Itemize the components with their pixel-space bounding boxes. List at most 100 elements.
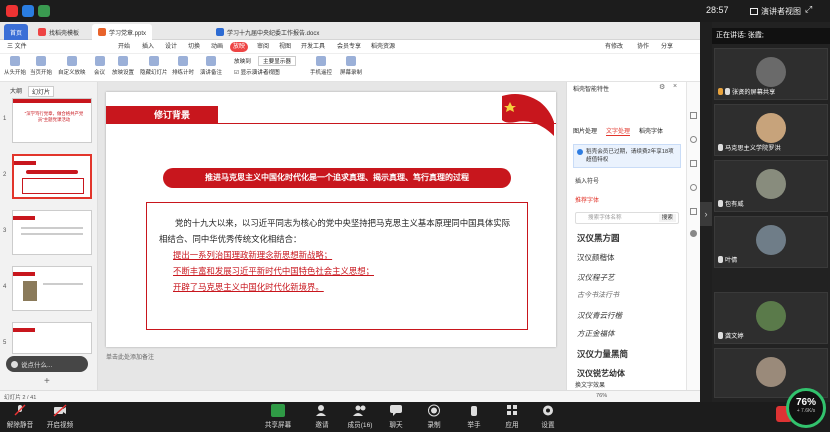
- participant-tile[interactable]: 叶倩: [714, 216, 828, 268]
- shield-icon[interactable]: [22, 5, 34, 17]
- speaker-notes-button[interactable]: 演讲备注: [200, 56, 222, 76]
- tab-template[interactable]: 找稻壳模板: [32, 24, 85, 40]
- tab-image-process[interactable]: 图片处理: [573, 126, 597, 136]
- slide-thumb-4[interactable]: [12, 266, 92, 311]
- menu-start[interactable]: 开始: [115, 42, 133, 52]
- speaker-view-button[interactable]: 演讲者视图: [750, 4, 801, 18]
- record-button[interactable]: 录制: [414, 404, 454, 429]
- font-search-input[interactable]: 搜索字体名称 搜索: [575, 212, 679, 224]
- menu-insert[interactable]: 插入: [139, 42, 157, 52]
- share-icon[interactable]: [690, 208, 697, 215]
- notes-area[interactable]: 单击此处添加备注: [106, 352, 556, 362]
- phone-remote-button[interactable]: 手机遥控: [310, 56, 332, 76]
- font-sample-item[interactable]: 古今书法行书: [577, 290, 677, 300]
- signal-icon[interactable]: [38, 5, 50, 17]
- tab-home[interactable]: 首页: [4, 24, 29, 40]
- menu-design[interactable]: 设计: [162, 42, 180, 52]
- participant-tile[interactable]: 龚文婷: [714, 292, 828, 344]
- participant-tile[interactable]: 马克思主义学院罗洪: [714, 104, 828, 156]
- avatar: [756, 225, 786, 255]
- font-search-button[interactable]: 搜索: [658, 214, 676, 222]
- animation-icon[interactable]: [690, 136, 697, 143]
- pane-close-icon[interactable]: ×: [673, 83, 677, 90]
- modified-indicator: 有修改: [605, 44, 624, 50]
- add-slide-button[interactable]: +: [44, 376, 50, 387]
- meeting-icon: [94, 56, 105, 66]
- phone-icon: [316, 56, 326, 66]
- tab-pptx[interactable]: 学习党章.pptx: [92, 24, 153, 40]
- custom-show-button[interactable]: 自定义放映: [58, 56, 86, 76]
- slide-thumb-3[interactable]: [12, 210, 92, 255]
- slide-paragraph: 党的十九大以来，以习近平同志为核心的党中央坚持把马克思主义基本原理同中国具体实际…: [159, 218, 510, 244]
- pane-settings-icon[interactable]: ⚙: [659, 83, 665, 91]
- help-icon[interactable]: [690, 184, 697, 191]
- font-sample-item[interactable]: 汉仪力量黑简: [577, 348, 677, 360]
- format-icon[interactable]: [690, 112, 697, 119]
- text-effect-section[interactable]: 换文字效果: [575, 380, 605, 389]
- monitor-select[interactable]: 主要显示器: [258, 56, 296, 66]
- style-icon[interactable]: [690, 160, 697, 167]
- font-sample-item[interactable]: 汉仪程子艺: [577, 272, 677, 283]
- from-start-button[interactable]: 从头开始: [4, 56, 26, 76]
- font-icon[interactable]: [690, 230, 697, 237]
- slide-bullet-1: 提出一系列治国理政新理念新思想新战略；: [173, 250, 333, 260]
- custom-show-icon: [66, 56, 77, 66]
- participant-tile[interactable]: 张贤的屏幕共享: [714, 48, 828, 100]
- zoom-level[interactable]: 76%: [596, 393, 607, 399]
- from-current-button[interactable]: 当页开始: [30, 56, 52, 76]
- menu-review[interactable]: 审阅: [254, 42, 272, 52]
- menu-transition[interactable]: 切换: [185, 42, 203, 52]
- tab-slides[interactable]: 幻灯片: [28, 86, 55, 97]
- tab-docx[interactable]: 学习十九届中央纪委工作报告.docx: [210, 24, 325, 40]
- menu-view[interactable]: 视图: [276, 42, 294, 52]
- mic-muted-icon: [13, 404, 27, 417]
- slide-thumb-2[interactable]: [12, 154, 92, 199]
- menu-member[interactable]: 会员专享: [334, 42, 364, 52]
- screen-record-button[interactable]: 屏幕录制: [340, 56, 362, 76]
- start-video-button[interactable]: 开启视频: [40, 404, 80, 429]
- invite-button[interactable]: 邀请: [302, 404, 342, 429]
- font-sample-item[interactable]: 方正金福体: [577, 328, 677, 339]
- raise-hand-button[interactable]: 举手: [454, 404, 494, 429]
- font-sample-item[interactable]: 汉仪青云行楷: [577, 310, 677, 321]
- chat-button[interactable]: 聊天: [376, 404, 416, 429]
- thumb-decoration: [43, 283, 83, 285]
- ppt-icon: [98, 28, 106, 36]
- unmute-button[interactable]: 解除静音: [0, 404, 40, 429]
- chat-input-bubble[interactable]: 说点什么...: [6, 356, 88, 372]
- menu-devtools[interactable]: 开发工具: [298, 42, 328, 52]
- screen-share-icon: [718, 88, 723, 95]
- meeting-button[interactable]: 会议: [94, 56, 105, 76]
- font-sample-item[interactable]: 汉仪锐艺幼体: [577, 368, 677, 379]
- collab-button[interactable]: 协作: [634, 42, 652, 52]
- collapse-participants-arrow[interactable]: ›: [700, 202, 712, 226]
- menu-slideshow[interactable]: 放映: [230, 42, 249, 52]
- recommended-fonts-section[interactable]: 推荐字体: [575, 195, 599, 204]
- show-settings-button[interactable]: 放映设置: [112, 56, 134, 76]
- current-slide[interactable]: 修订背景 推进马克思主义中国化时代化是一个追求真理、揭示真理、笃行真理的过程 党…: [106, 92, 556, 347]
- menu-file[interactable]: 三 文件: [4, 42, 30, 52]
- settings-button[interactable]: 设置: [528, 404, 568, 429]
- share-screen-button[interactable]: 共享屏幕: [258, 404, 298, 429]
- menu-animation[interactable]: 动画: [208, 42, 226, 52]
- participant-tile[interactable]: 包有威: [714, 160, 828, 212]
- rehearse-button[interactable]: 排练计时: [172, 56, 194, 76]
- thumb-number: 3: [3, 228, 7, 234]
- presenter-view-checkbox[interactable]: ☑ 显示演讲者视图: [234, 68, 280, 76]
- tab-outline[interactable]: 大纲: [10, 86, 22, 97]
- slide-thumb-1[interactable]: "深学笃行党章，做合格共产党员"主题党课活动: [12, 98, 92, 143]
- insert-symbol-section[interactable]: 插入符号: [575, 176, 599, 185]
- members-button[interactable]: 成员(16): [340, 404, 380, 429]
- shared-screen: 首页 找稻壳模板 学习党章.pptx 学习十九届中央纪委工作报告.docx 三 …: [0, 22, 700, 402]
- tab-text-process[interactable]: 文字处理: [606, 126, 631, 136]
- slide-canvas-area: 修订背景 推进马克思主义中国化时代化是一个追求真理、揭示真理、笃行真理的过程 党…: [98, 82, 566, 390]
- font-sample-item[interactable]: 汉仪颜楷体: [577, 252, 677, 263]
- tab-docer-fonts[interactable]: 稻壳字体: [639, 126, 663, 136]
- menu-docer[interactable]: 稻壳资源: [368, 42, 398, 52]
- font-sample-item[interactable]: 汉仪黑方圆: [577, 232, 677, 244]
- hide-slide-button[interactable]: 隐藏幻灯片: [140, 56, 168, 76]
- share-doc-button[interactable]: 分享: [658, 42, 676, 52]
- apps-button[interactable]: 应用: [492, 404, 532, 429]
- slide-thumb-5[interactable]: [12, 322, 92, 354]
- fullscreen-icon[interactable]: ⤢: [805, 4, 812, 15]
